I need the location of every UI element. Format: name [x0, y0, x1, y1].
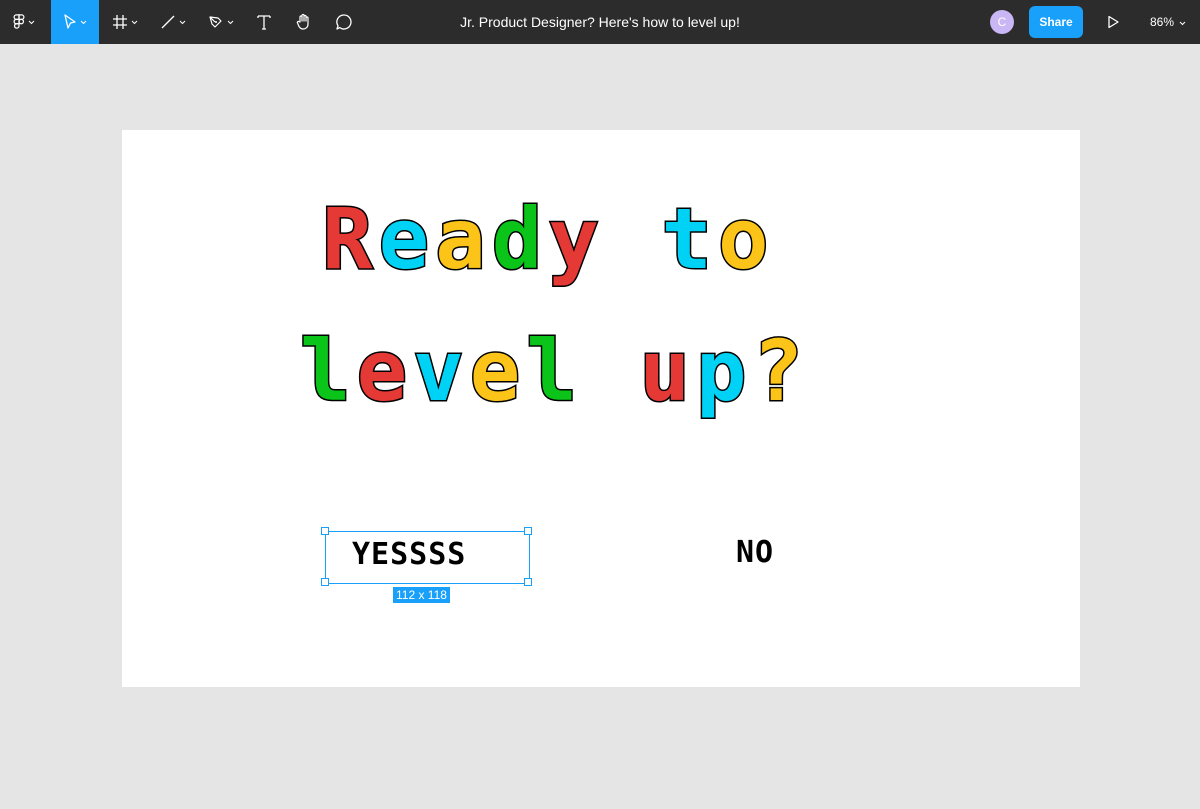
main-menu-button[interactable]: [0, 0, 48, 44]
resize-handle-top-right[interactable]: [524, 527, 532, 535]
figma-logo-icon: [13, 14, 25, 29]
headline-letter: e: [377, 189, 436, 290]
pen-tool-button[interactable]: [200, 0, 242, 44]
frame-hash-icon: [113, 15, 127, 29]
chevron-down-icon: [80, 20, 87, 24]
selection-box[interactable]: [325, 531, 530, 584]
headline-letter: R: [321, 189, 379, 290]
headline-letter: e: [468, 321, 527, 422]
hand-tool-button[interactable]: [288, 0, 320, 44]
line-icon: [161, 15, 175, 29]
move-tool-button[interactable]: [51, 0, 99, 44]
headline-line-2[interactable]: level up?: [299, 321, 810, 422]
top-toolbar: Jr. Product Designer? Here's how to leve…: [0, 0, 1200, 44]
chevron-down-icon: [131, 20, 138, 24]
comment-tool-button[interactable]: [328, 0, 360, 44]
headline-letter: l: [299, 321, 357, 422]
headline-letter: e: [355, 321, 414, 422]
option-no-text[interactable]: NO: [736, 535, 774, 570]
line-tool-button[interactable]: [152, 0, 194, 44]
share-button[interactable]: Share: [1029, 6, 1083, 38]
resize-handle-bottom-left[interactable]: [321, 578, 329, 586]
headline-letter: l: [525, 321, 583, 422]
headline-letter: u: [638, 321, 697, 422]
text-tool-button[interactable]: [248, 0, 280, 44]
chevron-down-icon: [1180, 21, 1186, 26]
headline-letter: v: [412, 321, 470, 422]
resize-handle-top-left[interactable]: [321, 527, 329, 535]
chevron-down-icon: [28, 20, 35, 24]
hand-icon: [296, 13, 309, 30]
zoom-level[interactable]: 86%: [1150, 0, 1186, 44]
zoom-value: 86%: [1150, 15, 1175, 29]
user-avatar[interactable]: C: [990, 10, 1014, 34]
selection-size-label: 112 x 118: [393, 587, 450, 603]
headline-line-1[interactable]: Ready to: [321, 189, 775, 290]
headline-letter: t: [660, 189, 719, 290]
word-space: [605, 190, 662, 288]
chevron-down-icon: [227, 20, 234, 24]
chevron-down-icon: [179, 20, 186, 24]
headline-letter: p: [695, 321, 753, 422]
headline-letter: ?: [751, 321, 810, 422]
design-frame[interactable]: Ready to level up?: [122, 130, 1080, 687]
word-space: [583, 322, 640, 420]
present-play-icon[interactable]: [1105, 14, 1121, 30]
text-t-icon: [257, 15, 271, 30]
headline-letter: d: [490, 189, 549, 290]
headline-letter: y: [547, 189, 605, 290]
resize-handle-bottom-right[interactable]: [524, 578, 532, 586]
headline-letter: a: [434, 189, 492, 290]
frame-tool-button[interactable]: [104, 0, 146, 44]
cursor-arrow-icon: [64, 14, 76, 29]
comment-bubble-icon: [336, 14, 352, 30]
pen-nib-icon: [209, 16, 222, 28]
headline-letter: o: [717, 189, 775, 290]
